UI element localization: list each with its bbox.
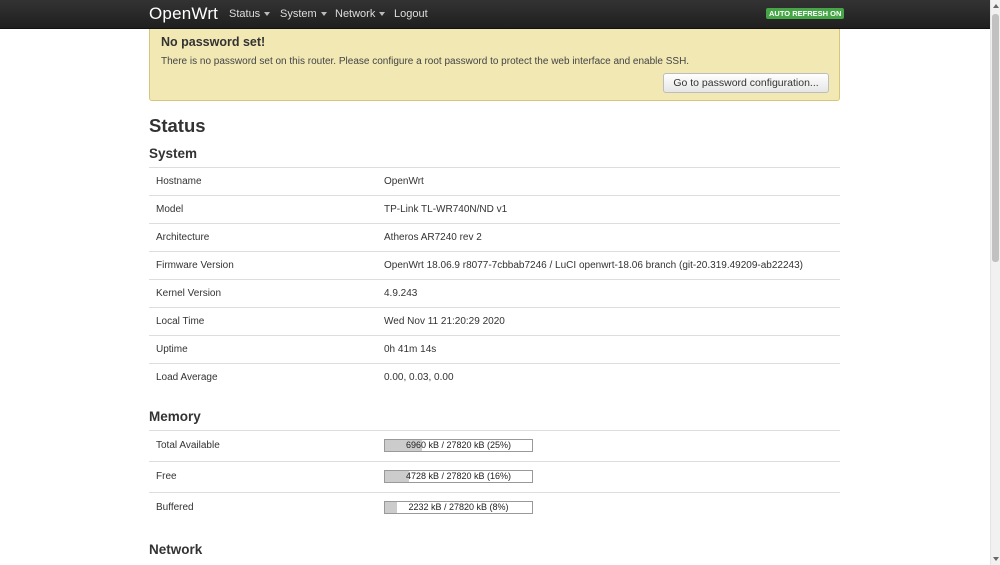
row-label: Load Average (156, 372, 218, 383)
table-row: Local Time Wed Nov 11 21:20:29 2020 (149, 307, 840, 335)
row-label: Architecture (156, 232, 210, 243)
memory-progress-text: 6960 kB / 27820 kB (25%) (405, 440, 512, 450)
row-label: Buffered (156, 502, 194, 513)
nav-menu-system-label: System (280, 8, 317, 20)
row-value: OpenWrt (384, 176, 424, 187)
table-row: Firmware Version OpenWrt 18.06.9 r8077-7… (149, 251, 840, 279)
alert-title: No password set! (161, 35, 266, 49)
row-label: Hostname (156, 176, 202, 187)
memory-progress-text: 2232 kB / 27820 kB (8%) (408, 502, 509, 512)
table-row: Hostname OpenWrt (149, 167, 840, 195)
scroll-down-arrow-icon[interactable] (993, 557, 999, 561)
nav-menu-system[interactable]: System (280, 8, 327, 20)
password-configuration-button[interactable]: Go to password configuration... (663, 73, 829, 93)
alert-message: There is no password set on this router.… (161, 56, 690, 67)
row-label: Free (156, 471, 177, 482)
no-password-alert: No password set! There is no password se… (149, 29, 840, 101)
table-row: Load Average 0.00, 0.03, 0.00 (149, 363, 840, 391)
row-label: Local Time (156, 316, 205, 327)
nav-menu-status[interactable]: Status (229, 8, 271, 20)
scrollbar-thumb[interactable] (992, 14, 999, 262)
table-row: Model TP-Link TL-WR740N/ND v1 (149, 195, 840, 223)
nav-menu-network[interactable]: Network (335, 8, 386, 20)
scroll-up-arrow-icon[interactable] (993, 4, 999, 8)
page-scrollbar[interactable] (990, 0, 1000, 565)
row-label: Kernel Version (156, 288, 222, 299)
auto-refresh-toggle[interactable]: AUTO REFRESH ON (766, 8, 845, 19)
row-value: 0h 41m 14s (384, 344, 437, 355)
nav-menu-network-label: Network (335, 8, 376, 20)
table-row: Buffered 2232 kB / 27820 kB (8%) (149, 492, 840, 523)
row-value: 4.9.243 (384, 288, 418, 299)
row-value: TP-Link TL-WR740N/ND v1 (384, 204, 508, 215)
top-navbar: OpenWrt Status System Network Logout AUT… (0, 0, 990, 29)
row-label: Total Available (156, 440, 220, 451)
row-value: OpenWrt 18.06.9 r8077-7cbbab7246 / LuCI … (384, 260, 803, 271)
table-row: Uptime 0h 41m 14s (149, 335, 840, 363)
table-row: Architecture Atheros AR7240 rev 2 (149, 223, 840, 251)
section-title-network: Network (149, 542, 203, 557)
table-row: Kernel Version 4.9.243 (149, 279, 840, 307)
table-row: Free 4728 kB / 27820 kB (16%) (149, 461, 840, 492)
section-title-system: System (149, 146, 198, 161)
nav-menu-logout[interactable]: Logout (394, 8, 428, 20)
row-value: Wed Nov 11 21:20:29 2020 (384, 316, 505, 327)
memory-progress-bar: 2232 kB / 27820 kB (8%) (384, 501, 533, 514)
chevron-down-icon (379, 12, 386, 17)
chevron-down-icon (264, 12, 271, 17)
row-label: Uptime (156, 344, 188, 355)
table-row: Total Available 6960 kB / 27820 kB (25%) (149, 430, 840, 461)
memory-progress-bar: 4728 kB / 27820 kB (16%) (384, 470, 533, 483)
memory-progress-text: 4728 kB / 27820 kB (16%) (405, 471, 512, 481)
row-label: Firmware Version (156, 260, 234, 271)
row-label: Model (156, 204, 184, 215)
chevron-down-icon (320, 12, 327, 17)
row-value: Atheros AR7240 rev 2 (384, 232, 482, 243)
nav-menu-logout-label: Logout (394, 8, 428, 20)
page-title: Status (149, 115, 206, 136)
brand-logo[interactable]: OpenWrt (149, 4, 218, 24)
nav-menu-status-label: Status (229, 8, 261, 20)
row-value: 0.00, 0.03, 0.00 (384, 372, 454, 383)
memory-progress-bar: 6960 kB / 27820 kB (25%) (384, 439, 533, 452)
section-title-memory: Memory (149, 409, 201, 424)
